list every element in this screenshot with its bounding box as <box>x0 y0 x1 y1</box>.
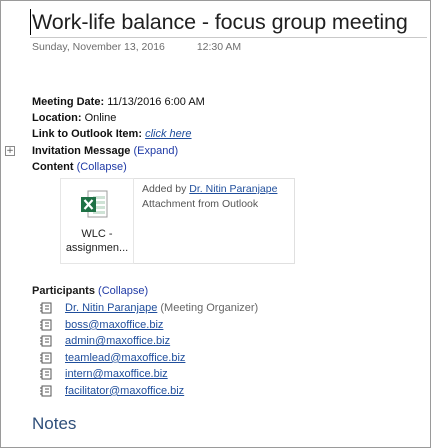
participant-item: admin@maxoffice.biz <box>39 333 258 350</box>
contact-card-icon <box>40 385 52 397</box>
participant-item: intern@maxoffice.biz <box>39 366 258 383</box>
attachment-block: WLC - assignmen... Added by Dr. Nitin Pa… <box>60 178 296 264</box>
attachment-info: Added by Dr. Nitin Paranjape Attachment … <box>134 178 295 264</box>
meeting-date-row: Meeting Date: 11/13/2016 6:00 AM <box>32 96 205 108</box>
participant-item: teamlead@maxoffice.biz <box>39 350 258 367</box>
location-value: Online <box>84 112 117 124</box>
participant-link[interactable]: facilitator@maxoffice.biz <box>65 385 184 397</box>
participant-link[interactable]: boss@maxoffice.biz <box>65 319 163 331</box>
outlook-link[interactable]: click here <box>145 128 191 140</box>
outlook-link-label: Link to Outlook Item: <box>32 128 142 140</box>
notes-heading[interactable]: Notes <box>32 414 76 434</box>
meeting-date-label: Meeting Date: <box>32 96 105 108</box>
excel-file-icon <box>81 190 108 218</box>
attachment-added-by: Added by Dr. Nitin Paranjape <box>142 183 277 195</box>
text-cursor <box>30 9 31 35</box>
added-by-prefix: Added by <box>142 183 187 195</box>
title-divider <box>30 37 427 38</box>
attachment-name: WLC - assignmen... <box>61 227 133 255</box>
page-date: Sunday, November 13, 2016 <box>32 41 165 53</box>
attachment-file[interactable]: WLC - assignmen... <box>60 178 134 264</box>
invitation-row: Invitation Message (Expand) <box>32 145 178 157</box>
participants-list: Dr. Nitin Paranjape (Meeting Organizer) … <box>39 300 258 399</box>
invitation-expand-link[interactable]: (Expand) <box>133 145 178 157</box>
invitation-label: Invitation Message <box>32 145 131 157</box>
page-datetime: Sunday, November 13, 2016 12:30 AM <box>32 41 241 53</box>
outlook-link-row: Link to Outlook Item: click here <box>32 128 192 140</box>
page-title[interactable]: Work-life balance - focus group meeting <box>32 10 408 35</box>
contact-card-icon <box>40 302 52 314</box>
location-row: Location: Online <box>32 112 116 124</box>
participant-item: facilitator@maxoffice.biz <box>39 383 258 400</box>
added-by-name-link[interactable]: Dr. Nitin Paranjape <box>189 183 277 195</box>
attachment-source: Attachment from Outlook <box>142 198 259 210</box>
participant-link[interactable]: Dr. Nitin Paranjape <box>65 302 157 314</box>
location-label: Location: <box>32 112 82 124</box>
attachment-name-line2: assignmen... <box>65 242 129 254</box>
participant-link[interactable]: intern@maxoffice.biz <box>65 368 168 380</box>
participant-note: (Meeting Organizer) <box>160 302 259 315</box>
content-label: Content <box>32 161 74 173</box>
participants-collapse-link[interactable]: (Collapse) <box>98 285 148 297</box>
participants-row: Participants (Collapse) <box>32 285 148 297</box>
attachment-name-line1: WLC - <box>81 228 113 240</box>
onenote-page: Work-life balance - focus group meeting … <box>0 0 431 448</box>
participant-link[interactable]: admin@maxoffice.biz <box>65 335 170 347</box>
expand-icon[interactable]: + <box>5 146 15 156</box>
contact-card-icon <box>40 319 52 331</box>
contact-card-icon <box>40 368 52 380</box>
page-time: 12:30 AM <box>196 41 242 53</box>
page-title-row[interactable]: Work-life balance - focus group meeting <box>30 7 408 37</box>
content-row: Content (Collapse) <box>32 161 127 173</box>
participant-link[interactable]: teamlead@maxoffice.biz <box>65 352 185 364</box>
content-collapse-link[interactable]: (Collapse) <box>77 161 127 173</box>
participant-item: boss@maxoffice.biz <box>39 317 258 334</box>
contact-card-icon <box>40 352 52 364</box>
participants-label: Participants <box>32 285 95 297</box>
contact-card-icon <box>40 335 52 347</box>
meeting-date-value: 11/13/2016 6:00 AM <box>107 96 205 108</box>
participant-item: Dr. Nitin Paranjape (Meeting Organizer) <box>39 300 258 317</box>
